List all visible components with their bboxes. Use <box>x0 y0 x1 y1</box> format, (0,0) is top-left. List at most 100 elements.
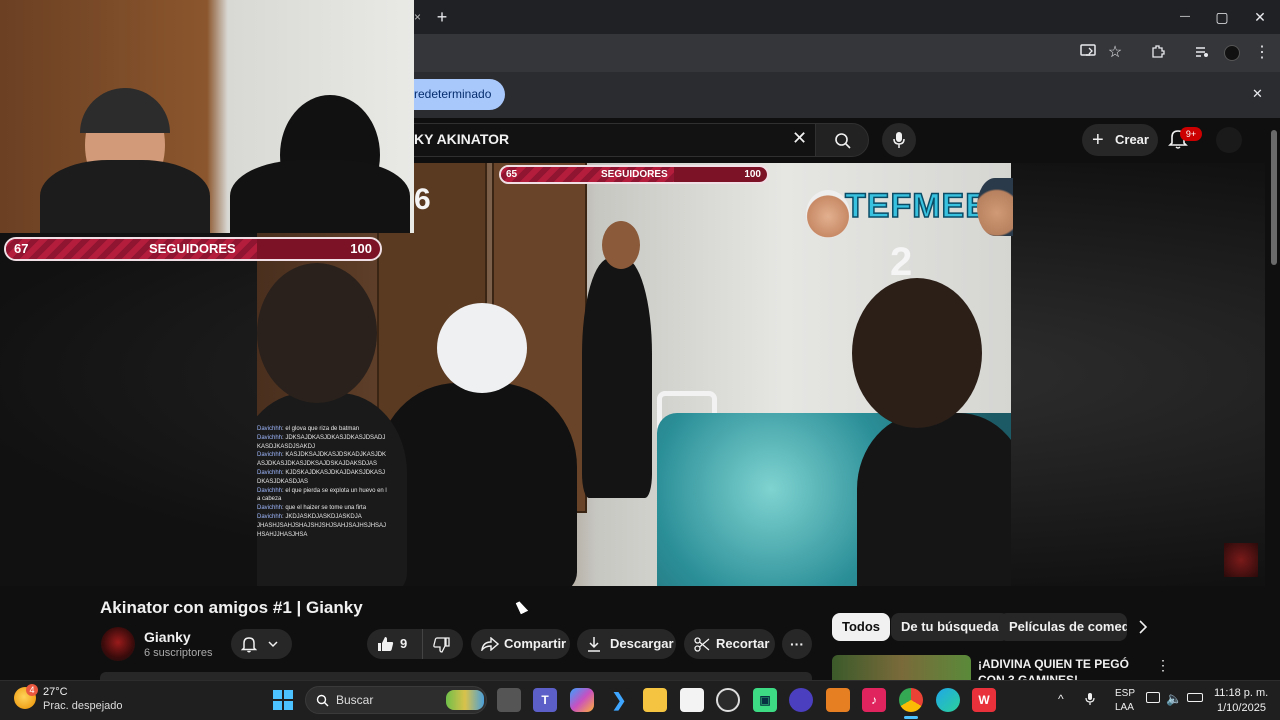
channel-name[interactable]: Gianky <box>144 629 191 645</box>
edge-icon[interactable] <box>936 688 960 712</box>
wps-office-icon[interactable]: W <box>972 688 996 712</box>
scene-bar-right: 100 <box>744 169 761 180</box>
language-top[interactable]: ESP <box>1115 688 1135 699</box>
chat-line: Davichhh: el glova que riza de batman <box>257 425 389 434</box>
chips-next-chevron-icon[interactable] <box>1138 620 1148 639</box>
account-avatar[interactable] <box>1216 127 1242 153</box>
maximize-button[interactable]: ▢ <box>1203 6 1241 28</box>
media-control-icon[interactable] <box>1190 43 1214 63</box>
notifications-badge: 9+ <box>1180 127 1202 141</box>
teams-icon[interactable]: T <box>533 688 557 712</box>
tiktok-icon[interactable]: ♪ <box>862 688 886 712</box>
clip-button[interactable]: Recortar <box>684 629 775 659</box>
thumbs-up-icon <box>378 637 394 651</box>
browser-menu-icon[interactable]: ⋮ <box>1250 43 1274 63</box>
scrollbar-thumb[interactable] <box>1271 130 1277 265</box>
android-studio-icon[interactable]: ▣ <box>753 688 777 712</box>
comments-divider <box>100 672 812 680</box>
copilot-icon[interactable] <box>570 688 594 712</box>
webcam-bar-label: SEGUIDORES <box>149 241 236 256</box>
microphone-tray-icon[interactable] <box>1085 692 1095 711</box>
create-label: Crear <box>1115 132 1149 147</box>
chat-username: Davichhh <box>257 452 283 459</box>
chip-comedy-movies[interactable]: Películas de comedia <box>999 613 1127 641</box>
network-icon[interactable] <box>1146 692 1160 703</box>
close-window-button[interactable]: ✕ <box>1241 6 1279 28</box>
channel-avatar[interactable] <box>101 627 135 661</box>
chat-line: JHASHJSAHJSHAJSHJSHJSAHJSAJHSJHSAJHSAHJJ… <box>257 522 389 540</box>
person-right-head <box>852 278 982 428</box>
webcam-person-right-body <box>230 160 410 233</box>
show-hidden-icons[interactable]: ^ <box>1058 692 1064 706</box>
weather-description[interactable]: Prac. despejado <box>43 700 123 712</box>
taskbar-search[interactable]: Buscar <box>305 686 487 714</box>
like-button[interactable]: 9 <box>367 629 422 659</box>
share-button[interactable]: Compartir <box>471 629 570 659</box>
file-explorer-icon[interactable] <box>643 688 667 712</box>
search-query-text: KY AKINATOR <box>414 131 510 147</box>
webcam-overlay <box>0 0 414 233</box>
chat-username: Davichhh <box>257 487 283 494</box>
chrome-icon[interactable] <box>899 688 923 712</box>
more-actions-button[interactable]: ··· <box>782 629 812 659</box>
video-title: Akinator con amigos #1 | Gianky <box>100 598 363 617</box>
new-tab-button[interactable]: + <box>432 7 452 27</box>
chat-message: : el glova que riza de batman <box>282 426 360 432</box>
end-screen-thumbnail[interactable] <box>1224 543 1258 577</box>
chat-line: Davichhh: KJDSKAJDKASJDKAJDAKSJDKASJDKAS… <box>257 469 389 487</box>
obs-icon[interactable] <box>716 688 740 712</box>
microphone-icon <box>893 132 905 148</box>
person-white-cap <box>377 383 577 586</box>
search-clear-icon[interactable]: ✕ <box>792 128 807 149</box>
chat-message: JHASHJSAHJSHAJSHJSHJSAHJSAJHSJHSAJHSAHJJ… <box>257 522 387 538</box>
download-label: Descargar <box>610 636 674 651</box>
volume-icon[interactable]: 🔈 <box>1166 691 1182 707</box>
download-button[interactable]: Descargar <box>577 629 676 659</box>
share-label: Compartir <box>504 636 567 651</box>
chip-all[interactable]: Todos <box>832 613 891 641</box>
task-view-icon[interactable] <box>497 688 521 712</box>
create-button[interactable]: + Crear <box>1082 124 1158 156</box>
stream-chat-overlay: Davichhh: el glova que riza de batman Dav… <box>257 425 389 539</box>
chat-username: Davichhh <box>257 426 283 432</box>
bookmark-star-icon[interactable]: ☆ <box>1103 43 1127 63</box>
scissors-icon <box>694 637 710 652</box>
tab-close-icon[interactable]: × <box>414 8 421 26</box>
search-button[interactable] <box>815 123 869 157</box>
app-circle-icon[interactable] <box>789 688 813 712</box>
profile-avatar[interactable] <box>1224 45 1240 61</box>
chat-message: : que el haizer se tome una firta <box>282 505 367 512</box>
chat-username: Davichhh <box>257 513 283 520</box>
subscription-notifications-button[interactable] <box>231 629 292 659</box>
search-icon <box>316 694 329 707</box>
app-orange-icon[interactable] <box>826 688 850 712</box>
face-sticker-right <box>977 178 1013 236</box>
recommended-more-icon[interactable]: ⋮ <box>1156 657 1170 674</box>
webcam-bar-right: 100 <box>350 241 372 256</box>
infobar-close-icon[interactable]: ✕ <box>1252 86 1263 102</box>
voice-search-button[interactable] <box>882 123 916 157</box>
scene-bar-label: SEGUIDORES <box>601 169 668 180</box>
weather-temperature[interactable]: 27°C <box>43 686 68 698</box>
scene-followers-bar: 65 SEGUIDORES 100 <box>499 165 769 184</box>
extensions-icon[interactable] <box>1146 43 1170 63</box>
dislike-button[interactable] <box>422 629 463 659</box>
webcam-person-left-body <box>40 160 210 233</box>
clock-time[interactable]: 11:18 p. m. <box>1214 687 1268 699</box>
chat-line: Davichhh: que el haizer se tome una firt… <box>257 504 389 513</box>
chat-line: Davichhh: JDKSAJDKASJDKASJDKASJDSADJKASD… <box>257 434 389 452</box>
face-sticker-left <box>806 190 850 238</box>
microsoft-store-icon[interactable] <box>680 688 704 712</box>
vscode-icon[interactable]: ❯ <box>607 688 631 712</box>
battery-icon[interactable] <box>1187 693 1203 702</box>
language-bottom[interactable]: LAA <box>1115 702 1134 713</box>
chip-from-search[interactable]: De tu búsqueda <box>891 613 1009 641</box>
plus-icon: + <box>1092 129 1104 151</box>
clock-date[interactable]: 1/10/2025 <box>1217 702 1266 714</box>
windows-start-icon[interactable] <box>273 690 293 710</box>
cast-icon[interactable] <box>1076 43 1100 63</box>
minimize-button[interactable]: — <box>1166 6 1204 28</box>
overlay-number-6: 6 <box>414 183 431 216</box>
chat-username: Davichhh <box>257 434 283 441</box>
search-highlight-image <box>446 690 484 710</box>
